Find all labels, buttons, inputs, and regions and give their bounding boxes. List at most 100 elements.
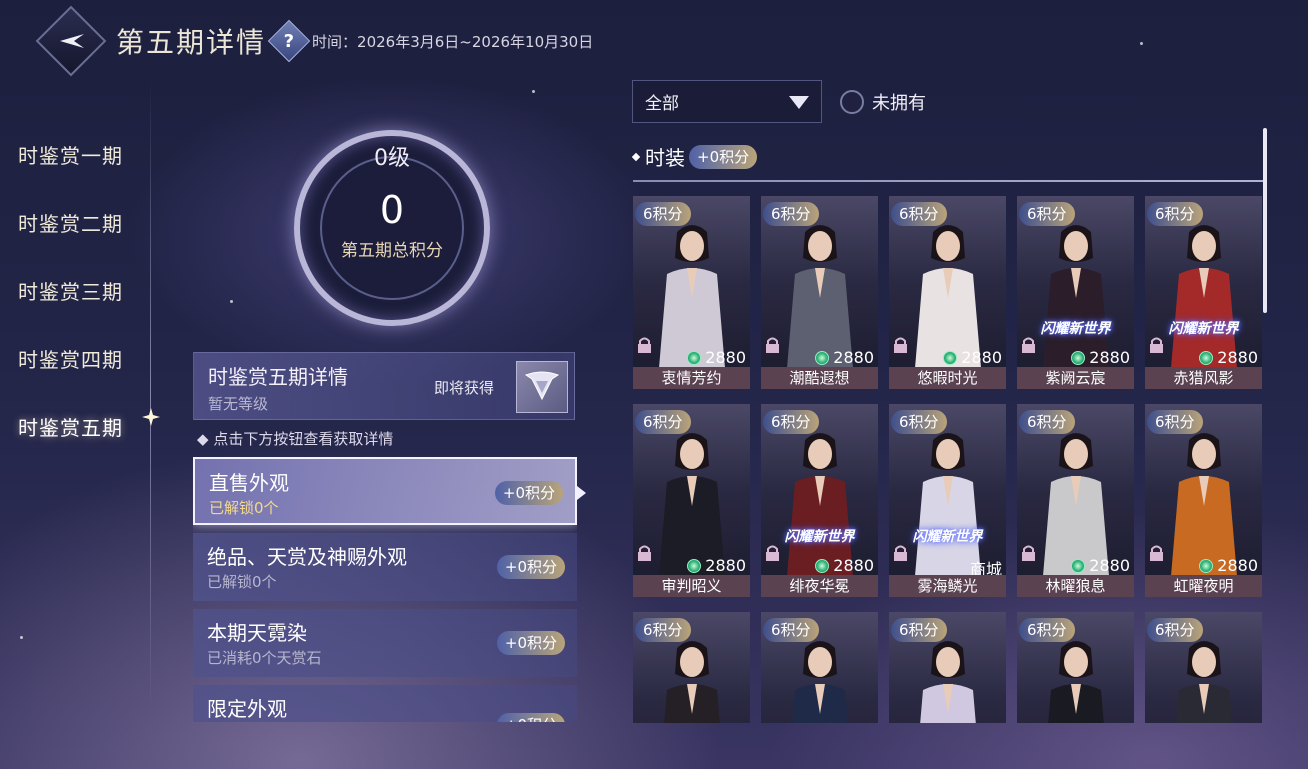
lock-icon: [1022, 545, 1035, 561]
category-points: +0积分: [496, 713, 565, 722]
not-owned-toggle[interactable]: 未拥有: [840, 89, 926, 115]
outfit-card[interactable]: 6积分: [1145, 612, 1262, 723]
soon-label: 即将获得: [434, 379, 495, 397]
character-portrait: [915, 433, 981, 576]
price-tag: 2880: [687, 556, 746, 575]
detail-title: 时鉴赏五期详情: [208, 365, 348, 389]
period-nav: 时鉴赏一期 时鉴赏二期 时鉴赏三期 时鉴赏四期 时鉴赏五期: [0, 120, 150, 460]
outfit-card[interactable]: 6积分 闪耀新世界 2880 绯夜华冕: [761, 404, 878, 597]
time-label: 时间：: [312, 32, 358, 51]
category-subtitle: 已解锁0个: [209, 499, 279, 517]
outfit-card[interactable]: 6积分 2880 衷情芳约: [633, 196, 750, 389]
price-value: 2880: [1089, 556, 1130, 575]
selected-arrow-icon: [577, 486, 586, 500]
jade-coin-icon: [687, 350, 702, 365]
category-limited[interactable]: 限定外观 +0积分: [193, 685, 577, 722]
points-badge: 6积分: [1147, 410, 1203, 434]
price-value: 2880: [833, 556, 874, 575]
category-subtitle: 已解锁0个: [207, 573, 277, 591]
score-caption: 第五期总积分: [341, 241, 443, 261]
points-badge: 6积分: [763, 410, 819, 434]
points-badge: 6积分: [891, 618, 947, 642]
character-portrait: [1048, 641, 1104, 723]
outfit-card[interactable]: 6积分: [889, 612, 1006, 723]
character-portrait: [792, 641, 848, 723]
character-portrait: [1171, 225, 1237, 368]
category-dye[interactable]: 本期天霓染 已消耗0个天赏石 +0积分: [193, 609, 577, 677]
event-tag: 闪耀新世界: [784, 529, 855, 545]
grid-scrollbar[interactable]: [1263, 128, 1267, 313]
jade-coin-icon: [687, 558, 702, 573]
character-portrait: [1043, 433, 1109, 576]
lock-icon: [894, 337, 907, 353]
character-portrait: [659, 433, 725, 576]
radio-icon[interactable]: [840, 90, 864, 114]
event-tag: 闪耀新世界: [912, 529, 983, 545]
score-ring: 0级 0 第五期总积分: [272, 118, 512, 338]
event-tag: 闪耀新世界: [1168, 321, 1239, 337]
outfit-card[interactable]: 6积分 2880 潮酷遐想: [761, 196, 878, 389]
character-portrait: [1176, 641, 1232, 723]
question-icon: ?: [283, 30, 295, 52]
period-detail-card[interactable]: 时鉴赏五期详情 暂无等级 即将获得: [193, 352, 575, 420]
lock-icon: [766, 337, 779, 353]
character-portrait: [920, 641, 976, 723]
star-decoration: [532, 90, 535, 93]
page-title: 第五期详情: [116, 26, 267, 59]
price-tag: 2880: [815, 556, 874, 575]
outfit-card[interactable]: 6积分: [761, 612, 878, 723]
jade-coin-icon: [815, 350, 830, 365]
reward-badge[interactable]: [516, 361, 568, 413]
outfit-card[interactable]: 6积分 闪耀新世界 2880 紫阙云宸: [1017, 196, 1134, 389]
outfit-card[interactable]: 6积分: [1017, 612, 1134, 723]
outfit-card[interactable]: 6积分 2880 审判昭义: [633, 404, 750, 597]
filter-selected: 全部: [645, 94, 679, 114]
filter-dropdown[interactable]: 全部: [632, 80, 822, 123]
nav-item-period-4[interactable]: 时鉴赏四期: [0, 324, 150, 392]
category-title: 本期天霓染: [207, 621, 307, 645]
outfit-name: 雾海鳞光: [889, 575, 1006, 597]
star-decoration: [230, 300, 233, 303]
section-title: 时装: [645, 146, 685, 170]
outfit-name: 审判昭义: [633, 575, 750, 597]
help-button[interactable]: ?: [267, 19, 311, 63]
character-portrait: [1171, 433, 1237, 576]
outfit-card[interactable]: 6积分: [633, 612, 750, 723]
star-decoration: [1140, 42, 1143, 45]
price-tag: 2880: [815, 348, 874, 367]
character-portrait: [659, 225, 725, 368]
category-premium[interactable]: 绝品、天赏及神赐外观 已解锁0个 +0积分: [193, 533, 577, 601]
points-badge: 6积分: [1019, 618, 1075, 642]
nav-item-period-3[interactable]: 时鉴赏三期: [0, 256, 150, 324]
outfit-card[interactable]: 6积分 2880 悠暇时光: [889, 196, 1006, 389]
lock-icon: [638, 337, 651, 353]
jade-coin-icon: [1199, 350, 1214, 365]
points-badge: 6积分: [635, 202, 691, 226]
hint-text: ◆ 点击下方按钮查看获取详情: [197, 430, 394, 448]
category-direct-sale[interactable]: 直售外观 已解锁0个 +0积分: [193, 457, 577, 525]
points-badge: 6积分: [763, 618, 819, 642]
total-score: 0: [379, 188, 405, 232]
price-tag: 2880: [943, 348, 1002, 367]
outfit-card[interactable]: 6积分 2880 虹曜夜明: [1145, 404, 1262, 597]
nav-item-period-5[interactable]: 时鉴赏五期: [0, 392, 150, 460]
price-value: 2880: [705, 556, 746, 575]
header: 第五期详情 ? 时间： 2026年3月6日~2026年10月30日: [35, 5, 594, 77]
detail-subtitle: 暂无等级: [208, 395, 269, 413]
outfit-card[interactable]: 6积分 2880 林曜狼息: [1017, 404, 1134, 597]
back-button[interactable]: [35, 5, 107, 77]
outfit-card[interactable]: 6积分 闪耀新世界 2880 赤猎风影: [1145, 196, 1262, 389]
points-badge: 6积分: [891, 202, 947, 226]
points-badge: 6积分: [635, 618, 691, 642]
price-value: 2880: [1089, 348, 1130, 367]
time-value: 2026年3月6日~2026年10月30日: [357, 32, 594, 51]
nav-item-period-2[interactable]: 时鉴赏二期: [0, 188, 150, 256]
outfit-card[interactable]: 6积分 闪耀新世界 商城 雾海鳞光: [889, 404, 1006, 597]
points-badge: 6积分: [1147, 618, 1203, 642]
points-badge: 6积分: [1019, 202, 1075, 226]
nav-item-period-1[interactable]: 时鉴赏一期: [0, 120, 150, 188]
category-points: +0积分: [496, 555, 565, 579]
event-tag: 闪耀新世界: [1040, 321, 1111, 337]
jade-coin-icon: [1199, 558, 1214, 573]
character-portrait: [915, 225, 981, 368]
